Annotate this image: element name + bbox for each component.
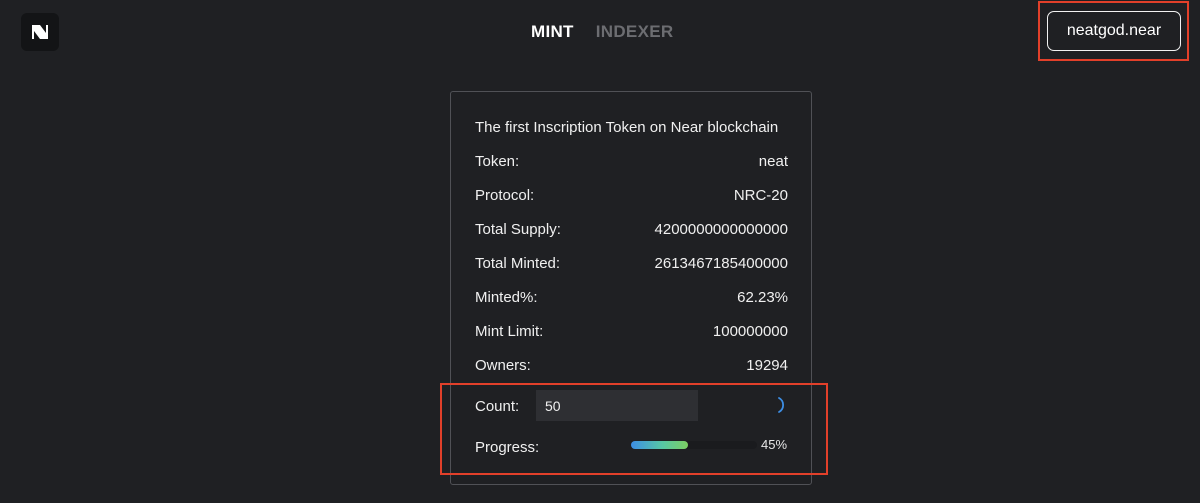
brand-logo-icon	[32, 25, 48, 39]
row-value: 2613467185400000	[654, 255, 788, 272]
card-headline: The first Inscription Token on Near bloc…	[475, 119, 779, 136]
row-value: 19294	[746, 357, 788, 374]
row-label: Total Supply:	[475, 221, 561, 238]
row-label: Minted%:	[475, 289, 538, 306]
brand-logo[interactable]	[21, 13, 59, 51]
row-value: 4200000000000000	[654, 221, 788, 238]
row-label: Mint Limit:	[475, 323, 544, 340]
row-value: neat	[758, 153, 788, 170]
row-value: 62.23%	[737, 289, 788, 306]
count-progress-highlight-box	[440, 383, 828, 475]
row-value: NRC-20	[733, 187, 788, 204]
tab-indexer[interactable]: INDEXER	[596, 22, 674, 42]
row-label: Total Minted:	[475, 255, 561, 272]
info-row-mint-limit: Mint Limit: 100000000	[475, 323, 788, 340]
row-label: Token:	[475, 153, 520, 170]
info-row-total-minted: Total Minted: 2613467185400000	[475, 255, 788, 272]
info-row-token: Token: neat	[475, 153, 788, 170]
row-value: 100000000	[712, 323, 788, 340]
info-row-minted-percent: Minted%: 62.23%	[475, 289, 788, 306]
info-row-protocol: Protocol: NRC-20	[475, 187, 788, 204]
row-label: Owners:	[475, 357, 531, 374]
info-row-owners: Owners: 19294	[475, 357, 788, 374]
wallet-account-button[interactable]: neatgod.near	[1047, 11, 1181, 51]
main-nav: MINT INDEXER	[531, 22, 673, 42]
info-row-total-supply: Total Supply: 4200000000000000	[475, 221, 788, 238]
row-label: Protocol:	[475, 187, 535, 204]
tab-mint[interactable]: MINT	[531, 22, 574, 42]
